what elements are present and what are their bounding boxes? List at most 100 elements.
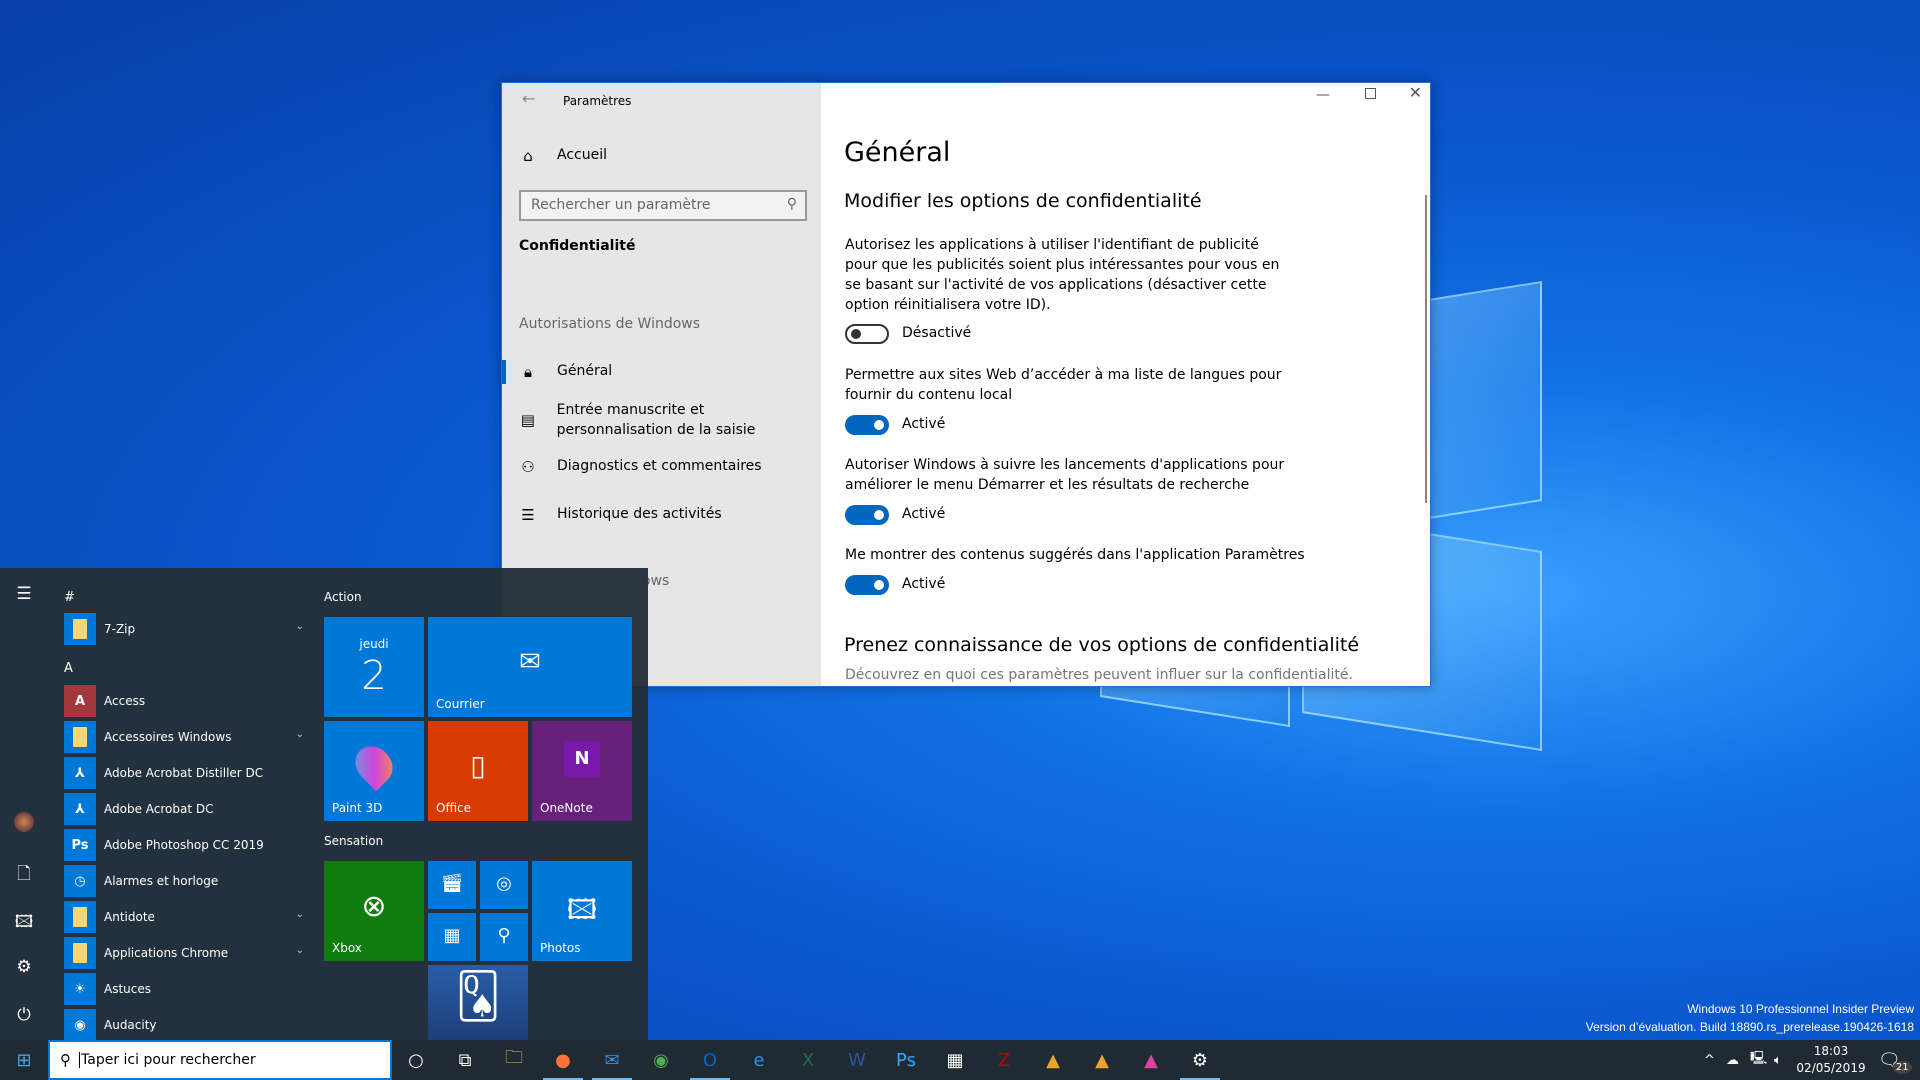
disk-icon[interactable]: ▲ bbox=[1127, 1040, 1175, 1080]
maps-tile[interactable]: ⚲ bbox=[480, 913, 528, 961]
volume-icon[interactable]: 🔈︎ bbox=[1774, 1040, 1782, 1080]
network-icon[interactable]: 🖳 bbox=[1750, 1040, 1767, 1080]
settings-icon[interactable]: ⚙ bbox=[1176, 1040, 1224, 1080]
section-heading: Modifier les options de confidentialité bbox=[844, 190, 1202, 212]
tile-group-action[interactable]: Action bbox=[324, 590, 362, 604]
start-button[interactable]: ⊞ bbox=[0, 1040, 48, 1080]
pictures-icon[interactable]: 🖾 bbox=[0, 909, 48, 938]
nav-inking[interactable]: ▤ Entrée manuscrite et personnalisation … bbox=[502, 400, 821, 440]
lock-icon: 🔒︎ bbox=[524, 363, 532, 381]
close-button[interactable]: ✕ bbox=[1409, 83, 1422, 102]
steem-icon[interactable]: ▲ bbox=[1029, 1040, 1077, 1080]
scrollbar[interactable] bbox=[1425, 195, 1427, 503]
letter-header[interactable]: # bbox=[64, 590, 75, 605]
app-list-item[interactable]: A Access bbox=[64, 685, 304, 717]
documents-icon[interactable]: 🗋 bbox=[0, 861, 48, 890]
paint3d-icon bbox=[324, 738, 424, 792]
chevron-down-icon[interactable]: ⌄ bbox=[296, 729, 304, 740]
app-label: Astuces bbox=[104, 982, 152, 996]
chevron-down-icon[interactable]: ⌄ bbox=[296, 621, 304, 632]
calculator-icon[interactable]: ▦ bbox=[931, 1040, 979, 1080]
xbox-tile[interactable]: ⊗ Xbox bbox=[324, 861, 424, 961]
task-view-icon[interactable]: ⧉ bbox=[441, 1040, 489, 1080]
mail-tile[interactable]: ✉ Courrier bbox=[428, 617, 632, 717]
search-icon[interactable]: ⚲ bbox=[787, 196, 797, 212]
folder-icon bbox=[64, 721, 96, 753]
nav-activity-history[interactable]: ☰ Historique des activités bbox=[502, 506, 821, 524]
app-list-item[interactable]: Accessoires Windows ⌄ bbox=[64, 721, 304, 753]
search-icon: ⚲ bbox=[60, 1051, 71, 1069]
onenote-tile[interactable]: N OneNote bbox=[532, 721, 632, 821]
start-menu: ☰ 🗋 🖾 ⚙ ⏻ # A 7-Zip ⌄ A Access Accessoires W… bbox=[0, 568, 648, 1041]
playing-cards-icon: 🂭 bbox=[455, 971, 501, 1022]
steem-icon[interactable]: ▲ bbox=[1078, 1040, 1126, 1080]
chevron-down-icon[interactable]: ⌄ bbox=[296, 909, 304, 920]
office-tile[interactable]: ▯ Office bbox=[428, 721, 528, 821]
paint3d-tile[interactable]: Paint 3D bbox=[324, 721, 424, 821]
hamburger-icon[interactable]: ☰ bbox=[0, 584, 48, 604]
app-list-item[interactable]: Ps Adobe Photoshop CC 2019 bbox=[64, 829, 304, 861]
app-list-item[interactable]: ⅄ Adobe Acrobat DC bbox=[64, 793, 304, 825]
tile-label: Courrier bbox=[436, 697, 485, 711]
clock[interactable]: 18:03 02/05/2019 bbox=[1796, 1040, 1865, 1080]
chevron-down-icon[interactable]: ⌄ bbox=[296, 945, 304, 956]
app-list-item[interactable]: Antidote ⌄ bbox=[64, 901, 304, 933]
calculator-tile[interactable]: ▦ bbox=[428, 913, 476, 961]
word-icon[interactable]: W bbox=[833, 1040, 881, 1080]
settings-main: — ✕ Général Modifier les options de conf… bbox=[821, 83, 1430, 686]
letter-header[interactable]: A bbox=[64, 661, 73, 676]
nav-diagnostics[interactable]: ⚇ Diagnostics et commentaires bbox=[502, 458, 821, 476]
app-list-item[interactable]: ☀ Astuces bbox=[64, 973, 304, 1005]
calendar-date: 2 bbox=[361, 653, 387, 699]
onedrive-icon[interactable]: ☁ bbox=[1726, 1040, 1739, 1080]
minimize-button[interactable]: — bbox=[1316, 87, 1330, 103]
power-icon[interactable]: ⏻ bbox=[0, 1005, 48, 1025]
suggested-content-toggle[interactable] bbox=[845, 575, 889, 595]
photoshop-icon[interactable]: Ps bbox=[882, 1040, 930, 1080]
advertising-id-toggle[interactable] bbox=[845, 324, 889, 344]
calendar-tile[interactable]: jeudi 2 bbox=[324, 617, 424, 717]
maximize-button[interactable] bbox=[1365, 88, 1376, 99]
solitaire-tile[interactable]: 🂭 bbox=[428, 965, 528, 1040]
chrome-icon[interactable]: ◉ bbox=[637, 1040, 685, 1080]
mail-icon: ✉ bbox=[519, 647, 541, 677]
edge-icon[interactable]: e bbox=[735, 1040, 783, 1080]
excel-icon[interactable]: X bbox=[784, 1040, 832, 1080]
nav-label: Général bbox=[557, 363, 613, 379]
option-description: Me montrer des contenus suggérés dans l'… bbox=[845, 547, 1305, 563]
nav-home[interactable]: ⌂ Accueil bbox=[502, 147, 821, 165]
nav-label: Entrée manuscrite et personnalisation de… bbox=[556, 402, 756, 438]
nav-general[interactable]: 🔒︎ Général bbox=[502, 363, 821, 381]
tile-group-sensation[interactable]: Sensation bbox=[324, 834, 383, 848]
settings-gear-icon[interactable]: ⚙ bbox=[0, 957, 48, 977]
back-arrow-icon[interactable]: ← bbox=[522, 89, 535, 108]
app-list-item[interactable]: ◷ Alarmes et horloge bbox=[64, 865, 304, 897]
app-label: Accessoires Windows bbox=[104, 730, 232, 744]
file-explorer-icon[interactable]: 🗀 bbox=[490, 1040, 538, 1080]
app-label: Adobe Photoshop CC 2019 bbox=[104, 838, 264, 852]
thunderbird-icon[interactable]: ✉ bbox=[588, 1040, 636, 1080]
outlook-icon[interactable]: O bbox=[686, 1040, 734, 1080]
app-list-item[interactable]: ◉ Audacity bbox=[64, 1009, 304, 1041]
filezilla-icon[interactable]: Z bbox=[980, 1040, 1028, 1080]
action-center-icon[interactable]: 🗨︎ 21 bbox=[1878, 1040, 1912, 1080]
settings-search-input[interactable]: Rechercher un paramètre ⚲ bbox=[519, 190, 807, 221]
movies-tile[interactable]: 🎬︎ bbox=[428, 861, 476, 909]
clock-time: 18:03 bbox=[1813, 1044, 1849, 1058]
nav-label: Diagnostics et commentaires bbox=[557, 458, 762, 474]
firefox-icon[interactable]: ● bbox=[539, 1040, 587, 1080]
app-icon: A bbox=[64, 685, 96, 717]
app-launch-tracking-toggle[interactable] bbox=[845, 505, 889, 525]
taskbar-search-input[interactable]: ⚲ Taper ici pour rechercher bbox=[48, 1040, 392, 1080]
clipboard-icon: ▤ bbox=[520, 411, 535, 429]
avatar[interactable] bbox=[0, 812, 48, 837]
app-list-item[interactable]: Applications Chrome ⌄ bbox=[64, 937, 304, 969]
app-list-item[interactable]: ⅄ Adobe Acrobat Distiller DC bbox=[64, 757, 304, 789]
groove-tile[interactable]: ◎ bbox=[480, 861, 528, 909]
app-icon: ◉ bbox=[64, 1009, 96, 1041]
language-list-toggle[interactable] bbox=[845, 415, 889, 435]
cortana-icon[interactable]: ○ bbox=[392, 1040, 440, 1080]
app-list-item[interactable]: 7-Zip ⌄ bbox=[64, 613, 304, 645]
show-hidden-icons[interactable]: ^ bbox=[1704, 1040, 1715, 1080]
photos-tile[interactable]: 🖾 Photos bbox=[532, 861, 632, 961]
